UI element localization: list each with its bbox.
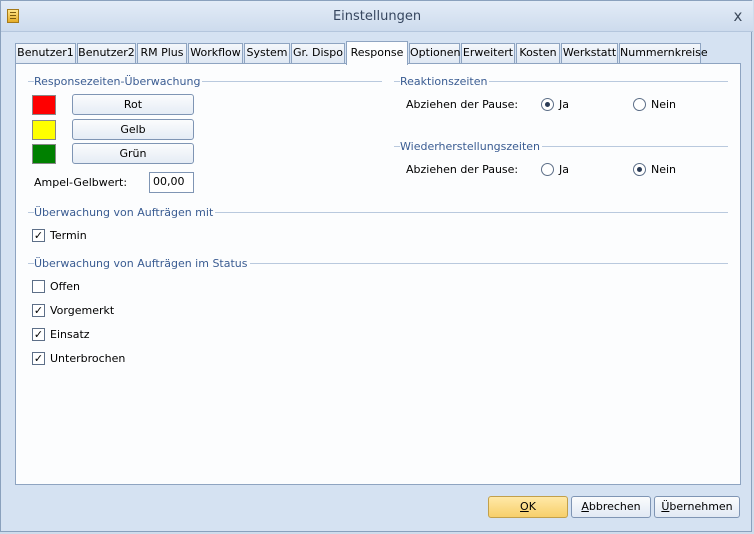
offen-label: Offen xyxy=(50,280,80,293)
reaction-pause-label: Abziehen der Pause: xyxy=(406,98,519,111)
reaction-pause-nein-label: Nein xyxy=(651,98,677,111)
yellow-color-button[interactable]: Gelb xyxy=(72,119,194,140)
tab-optionen[interactable]: Optionen xyxy=(409,43,460,63)
ok-label-rest: K xyxy=(528,500,536,513)
ok-mnemonic: O xyxy=(520,500,529,513)
unterbrochen-label: Unterbrochen xyxy=(50,352,126,365)
apply-button[interactable]: Übernehmen xyxy=(654,496,740,518)
vorgemerkt-checkbox[interactable]: ✓ xyxy=(32,304,45,317)
ok-button[interactable]: OK xyxy=(488,496,568,518)
einsatz-checkbox[interactable]: ✓ xyxy=(32,328,45,341)
termin-checkbox[interactable]: ✓ xyxy=(32,229,45,242)
restore-times-title: Wiederherstellungszeiten xyxy=(400,140,543,153)
tab-response[interactable]: Response xyxy=(346,41,408,65)
einsatz-label: Einsatz xyxy=(50,328,90,341)
restore-pause-ja-label: Ja xyxy=(559,163,569,176)
tab-benutzer1[interactable]: Benutzer1 xyxy=(15,43,76,63)
apply-label-rest: bernehmen xyxy=(669,500,733,513)
restore-pause-nein-radio[interactable] xyxy=(633,163,646,176)
reaction-pause-ja-label: Ja xyxy=(559,98,569,111)
green-color-button[interactable]: Grün xyxy=(72,143,194,164)
green-swatch xyxy=(32,144,56,164)
radio-selected-dot xyxy=(637,167,642,172)
close-icon[interactable]: x xyxy=(729,7,747,25)
tab-erweitert[interactable]: Erweitert xyxy=(461,43,515,63)
threshold-label: Ampel-Gelbwert: xyxy=(34,176,128,189)
reaction-times-title: Reaktionszeiten xyxy=(400,75,490,88)
reaction-pause-ja-radio[interactable] xyxy=(541,98,554,111)
red-swatch xyxy=(32,95,56,115)
tab-werkstatt[interactable]: Werkstatt xyxy=(561,43,618,63)
orders-status-title: Überwachung von Aufträgen im Status xyxy=(34,257,250,270)
tab-workflow[interactable]: Workflow xyxy=(188,43,243,63)
tab-gr-dispo[interactable]: Gr. Dispo xyxy=(291,43,345,63)
restore-pause-ja-radio[interactable] xyxy=(541,163,554,176)
tab-rm-plus[interactable]: RM Plus xyxy=(137,43,187,63)
tab-benutzer2[interactable]: Benutzer2 xyxy=(77,43,136,63)
orders-with-title: Überwachung von Aufträgen mit xyxy=(34,206,216,219)
restore-pause-label: Abziehen der Pause: xyxy=(406,163,519,176)
tab-kosten[interactable]: Kosten xyxy=(516,43,560,63)
response-tab-panel: Responsezeiten-Überwachung Rot Gelb Grün… xyxy=(15,63,741,485)
termin-label: Termin xyxy=(50,229,87,242)
reaction-pause-nein-radio[interactable] xyxy=(633,98,646,111)
red-color-button[interactable]: Rot xyxy=(72,94,194,115)
title-bar: Einstellungen x xyxy=(1,1,753,32)
settings-window: Einstellungen x Benutzer1 Benutzer2 RM P… xyxy=(0,0,753,532)
response-monitoring-title: Responsezeiten-Überwachung xyxy=(34,75,203,88)
cancel-button[interactable]: Abbrechen xyxy=(571,496,651,518)
threshold-input[interactable]: 00,00 xyxy=(149,172,194,193)
offen-checkbox[interactable] xyxy=(32,280,45,293)
tab-nummernkreise[interactable]: Nummernkreise xyxy=(619,43,708,63)
radio-selected-dot xyxy=(545,102,550,107)
window-title: Einstellungen xyxy=(332,9,422,24)
restore-pause-nein-label: Nein xyxy=(651,163,677,176)
vorgemerkt-label: Vorgemerkt xyxy=(50,304,115,317)
unterbrochen-checkbox[interactable]: ✓ xyxy=(32,352,45,365)
cancel-label-rest: bbrechen xyxy=(588,500,641,513)
tab-system[interactable]: System xyxy=(244,43,290,63)
cancel-mnemonic: A xyxy=(581,500,589,513)
yellow-swatch xyxy=(32,120,56,140)
